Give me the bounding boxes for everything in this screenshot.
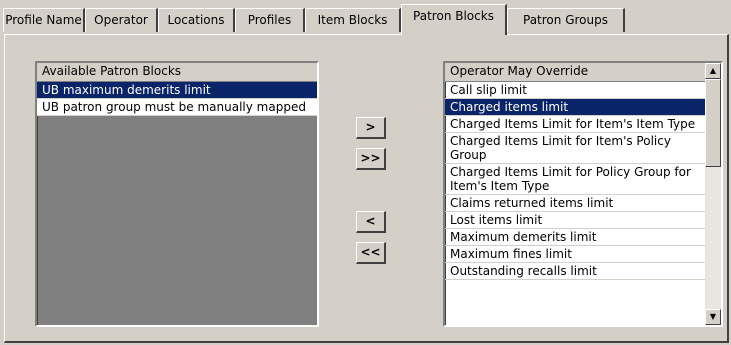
operator-may-override-list[interactable]: Operator May Override Call slip limit Ch… <box>443 61 723 327</box>
list-item[interactable]: Outstanding recalls limit <box>445 263 705 280</box>
override-list-body: Operator May Override Call slip limit Ch… <box>445 63 705 325</box>
tab-profile-name[interactable]: Profile Name <box>3 8 85 32</box>
tab-profiles[interactable]: Profiles <box>235 8 305 32</box>
tab-patron-blocks[interactable]: Patron Blocks <box>401 4 507 35</box>
tab-label: Profiles <box>247 13 292 27</box>
list-item[interactable]: Call slip limit <box>445 82 705 99</box>
remove-button[interactable]: < <box>356 211 386 233</box>
add-button[interactable]: > <box>356 117 386 139</box>
remove-all-button[interactable]: << <box>356 242 386 264</box>
scroll-thumb[interactable] <box>705 79 721 167</box>
override-list-header: Operator May Override <box>445 63 705 82</box>
tab-label: Patron Groups <box>523 13 608 27</box>
tab-label: Item Blocks <box>317 13 388 27</box>
tab-patron-groups[interactable]: Patron Groups <box>507 8 625 32</box>
tab-strip: Profile Name Operator Locations Profiles… <box>0 0 731 36</box>
list-item[interactable]: Lost items limit <box>445 212 705 229</box>
tab-label: Patron Blocks <box>413 9 494 23</box>
list-item[interactable]: Claims returned items limit <box>445 195 705 212</box>
vertical-scrollbar[interactable]: ▲ ▼ <box>705 63 721 325</box>
list-item[interactable]: Charged Items Limit for Item's Policy Gr… <box>445 133 705 164</box>
list-item[interactable]: Maximum demerits limit <box>445 229 705 246</box>
scroll-up-icon[interactable]: ▲ <box>705 63 721 79</box>
available-patron-blocks-list[interactable]: Available Patron Blocks UB maximum demer… <box>35 61 319 327</box>
tab-locations[interactable]: Locations <box>158 8 235 32</box>
add-all-button[interactable]: >> <box>356 148 386 170</box>
tab-item-blocks[interactable]: Item Blocks <box>305 8 401 32</box>
tab-label: Operator <box>94 13 148 27</box>
list-item[interactable]: UB maximum demerits limit <box>37 82 317 99</box>
list-item[interactable]: UB patron group must be manually mapped <box>37 99 317 116</box>
available-list-header: Available Patron Blocks <box>37 63 317 82</box>
list-item[interactable]: Charged Items Limit for Policy Group for… <box>445 164 705 195</box>
scroll-down-icon[interactable]: ▼ <box>705 309 721 325</box>
list-item[interactable]: Charged Items Limit for Item's Item Type <box>445 116 705 133</box>
list-item[interactable]: Charged items limit <box>445 99 705 116</box>
tab-label: Locations <box>167 13 225 27</box>
tab-operator[interactable]: Operator <box>85 8 158 32</box>
tab-label: Profile Name <box>5 13 82 27</box>
list-item[interactable]: Maximum fines limit <box>445 246 705 263</box>
